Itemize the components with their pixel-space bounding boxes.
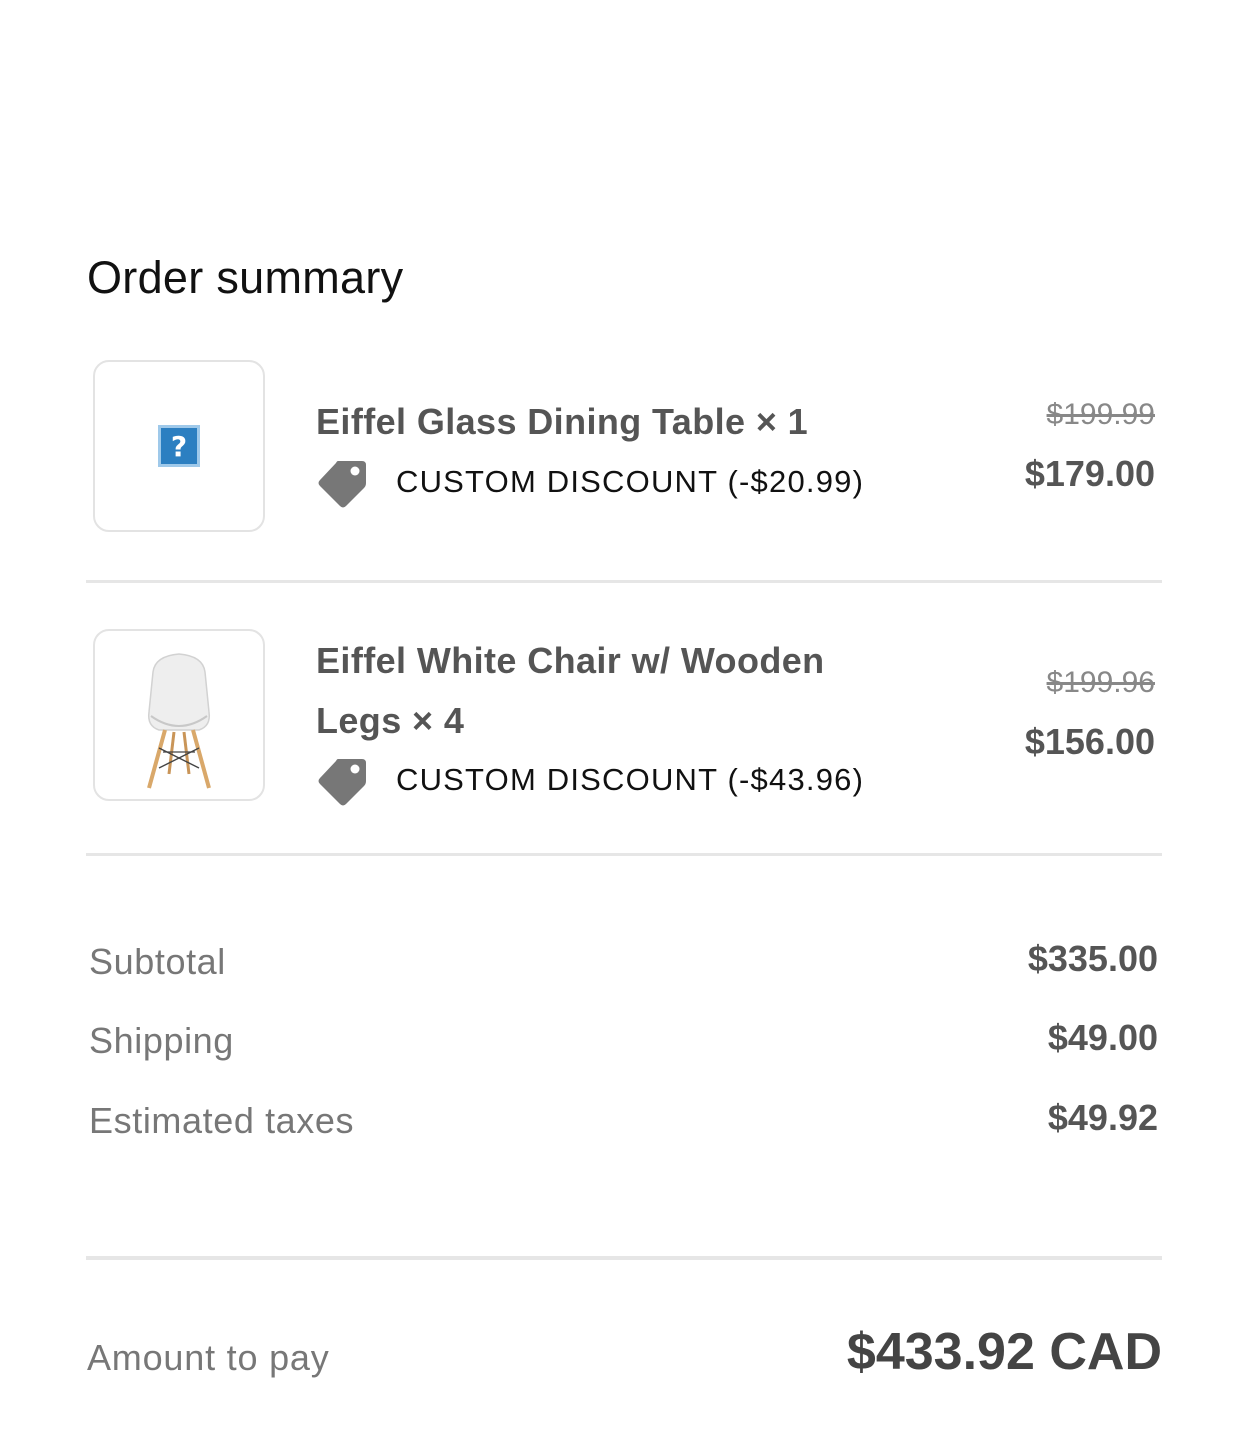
final-price: $156.00 <box>1024 721 1155 762</box>
discount-label: CUSTOM DISCOUNT (-$43.96) <box>396 762 865 797</box>
discount-row: CUSTOM DISCOUNT (-$43.96) <box>316 753 864 807</box>
divider <box>86 1256 1162 1260</box>
original-price: $199.99 <box>1046 398 1155 431</box>
divider <box>86 853 1162 856</box>
discount-label: CUSTOM DISCOUNT (-$20.99) <box>396 464 865 499</box>
amount-to-pay-label: Amount to pay <box>87 1337 330 1378</box>
chair-image <box>147 653 211 789</box>
tag-icon <box>318 759 366 806</box>
tag-icon <box>318 461 366 508</box>
taxes-value: $49.92 <box>1047 1097 1158 1138</box>
subtotal-label: Subtotal <box>89 941 226 982</box>
page-title: Order summary <box>87 252 404 304</box>
final-price: $179.00 <box>1024 453 1155 494</box>
item-name: Eiffel White Chair w/ Wooden Legs × 4 <box>316 640 825 741</box>
order-item: ? Eiffel Glass Dining Table × 1 CUSTOM D… <box>86 360 1162 536</box>
product-thumbnail <box>93 629 265 801</box>
taxes-label: Estimated taxes <box>89 1100 355 1141</box>
shipping-label: Shipping <box>89 1020 234 1061</box>
subtotal-value: $335.00 <box>1027 938 1158 979</box>
divider <box>86 580 1162 583</box>
product-thumbnail: ? <box>93 360 265 532</box>
broken-image-icon: ? <box>158 425 200 467</box>
item-name: Eiffel Glass Dining Table × 1 <box>316 401 809 442</box>
shipping-value: $49.00 <box>1047 1017 1158 1058</box>
amount-to-pay-value: $433.92 CAD <box>846 1323 1162 1381</box>
original-price: $199.96 <box>1046 666 1155 699</box>
discount-row: CUSTOM DISCOUNT (-$20.99) <box>316 455 864 509</box>
order-item: Eiffel White Chair w/ Wooden Legs × 4 CU… <box>86 629 1162 829</box>
